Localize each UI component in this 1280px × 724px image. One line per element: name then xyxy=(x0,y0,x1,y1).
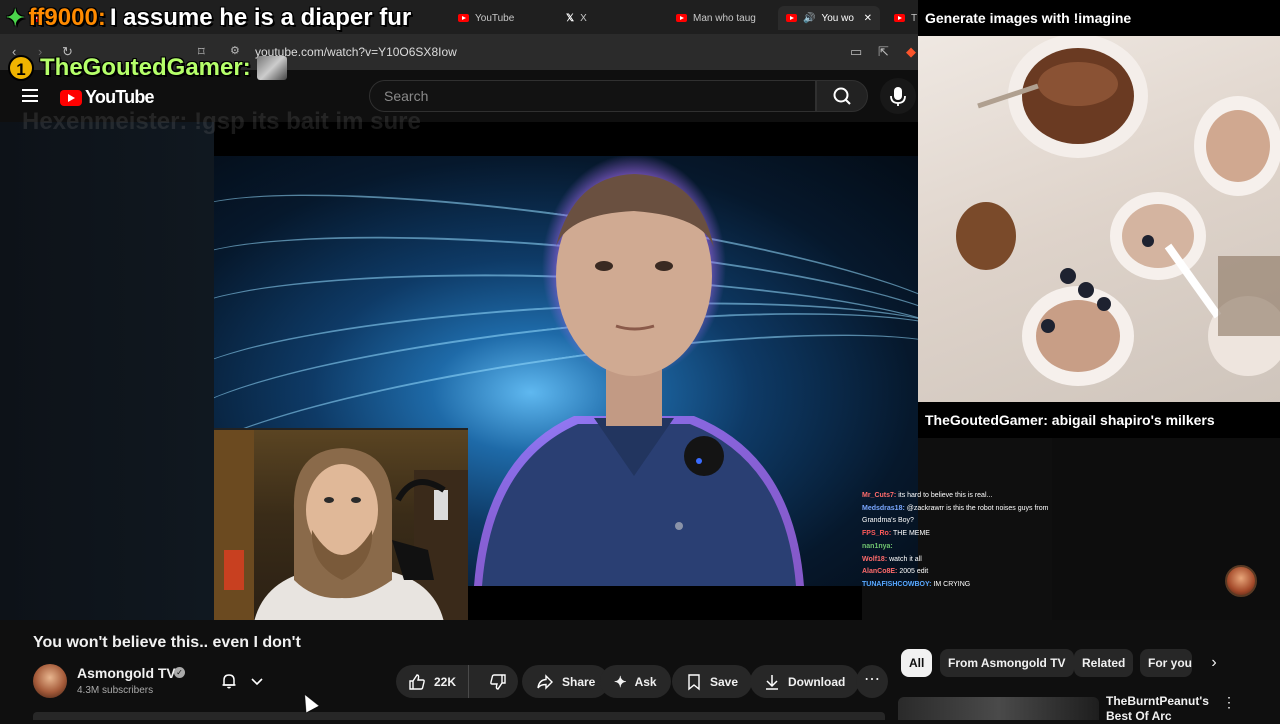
search-icon xyxy=(833,87,851,105)
channel-avatar[interactable] xyxy=(33,664,67,698)
chat-line: Medsdras18: @zackrawrr is this the robot… xyxy=(862,504,1049,525)
chip-for-you[interactable]: For you xyxy=(1140,649,1192,677)
chat-line: Wolf18: watch it all xyxy=(862,555,922,563)
share-button[interactable]: Share xyxy=(522,665,610,698)
brave-shield-icon[interactable]: ◆ xyxy=(906,44,916,60)
subscriber-count: 4.3M subscribers xyxy=(77,685,154,696)
youtube-favicon-icon xyxy=(894,14,905,22)
chip-related[interactable]: Related xyxy=(1074,649,1134,677)
video-person-image xyxy=(474,156,804,586)
download-icon xyxy=(766,674,778,690)
more-actions-button[interactable]: ⋯ xyxy=(856,665,888,698)
generated-food-image xyxy=(956,36,1280,386)
youtube-logo[interactable]: YouTube xyxy=(60,87,155,108)
thumbs-up-icon xyxy=(409,673,425,690)
like-button[interactable]: 22K xyxy=(396,665,470,698)
dislike-button[interactable] xyxy=(477,673,519,691)
share-icon xyxy=(537,673,553,690)
imagine-panel: Generate images with !imagine TheGoutedG… xyxy=(918,0,1280,438)
emote-icon xyxy=(256,56,287,80)
chevron-right-icon[interactable]: › xyxy=(1202,651,1226,675)
browser-tab-active[interactable]: 🔊 You wo ✕ xyxy=(778,6,880,30)
generated-image xyxy=(918,36,1280,402)
x-logo-icon: 𝕏 xyxy=(566,12,575,24)
ghost-chat-message: Hexenmeister: !gsp its bait im sure xyxy=(22,108,421,135)
description-box[interactable] xyxy=(33,712,885,720)
download-button[interactable]: Download xyxy=(750,665,860,698)
browser-tab-youtube[interactable]: YouTube xyxy=(458,6,514,30)
rank-badge: 1 xyxy=(8,55,34,81)
streamer-image xyxy=(214,430,468,620)
notifications-button[interactable] xyxy=(208,665,276,697)
like-count: 22K xyxy=(434,674,457,689)
recommendation-thumbnail[interactable] xyxy=(898,697,1099,720)
youtube-favicon-icon xyxy=(676,14,687,22)
youtube-logo-icon xyxy=(60,89,82,106)
chat-line: nan1nya: xyxy=(862,542,893,550)
cast-icon[interactable]: ▭ xyxy=(850,44,862,60)
speaker-icon: 🔊 xyxy=(803,12,816,24)
imagine-caption: TheGoutedGamer: abigail shapiro's milker… xyxy=(925,412,1215,428)
floating-avatar[interactable] xyxy=(1225,565,1257,597)
sparkle-icon: ✦ xyxy=(6,5,25,30)
streamer-webcam xyxy=(214,428,468,620)
imagine-panel-title: Generate images with !imagine xyxy=(925,10,1132,26)
browser-tab-x[interactable]: 𝕏X xyxy=(566,6,587,30)
more-vertical-icon[interactable]: ⋮ xyxy=(1222,694,1236,711)
video-title: You won't believe this.. even I don't xyxy=(33,634,301,651)
mouse-cursor-icon xyxy=(298,691,319,713)
chat-line: Mr_Cuts7: its hard to believe this is re… xyxy=(862,492,993,499)
menu-icon[interactable] xyxy=(22,89,38,102)
youtube-favicon-icon xyxy=(786,14,797,22)
microphone-icon xyxy=(890,87,906,106)
chat-line: AlanCo8E: 2005 edit xyxy=(862,568,929,576)
bell-icon xyxy=(222,674,236,689)
close-tab-icon[interactable]: ✕ xyxy=(864,13,872,24)
overlay-chat-user: ff9000: xyxy=(28,4,106,31)
chevron-down-icon xyxy=(251,678,263,686)
voice-search-button[interactable] xyxy=(880,78,916,114)
overlay-gamer-name: TheGoutedGamer: xyxy=(40,54,251,81)
stream-chat-overlay: Mr_Cuts7: its hard to believe this is re… xyxy=(862,490,1052,592)
chat-line: FPS_Ro: THE MEME xyxy=(862,530,930,538)
save-button[interactable]: Save xyxy=(672,665,753,698)
overlay-chat-top: ✦ ff9000: I assume he is a diaper fur xyxy=(6,4,411,32)
more-horizontal-icon: ⋯ xyxy=(864,671,880,688)
youtube-favicon-icon xyxy=(458,14,469,22)
share-page-icon[interactable]: ⇱ xyxy=(878,44,889,60)
bookmark-save-icon xyxy=(688,673,700,690)
overlay-chat-gamer: 1 TheGoutedGamer: xyxy=(8,54,287,82)
browser-tab-man-who[interactable]: Man who taug xyxy=(676,6,766,30)
chat-line: TUNAFISHCOWBOY: IM CRYING xyxy=(862,580,971,588)
search-input[interactable]: Search xyxy=(369,80,816,112)
chip-all[interactable]: All xyxy=(901,649,933,677)
like-dislike-group: 22K xyxy=(396,665,518,698)
thumbs-down-icon xyxy=(490,673,506,690)
chip-from-channel[interactable]: From Asmongold TV xyxy=(940,649,1074,677)
sparkle-ask-icon: ✦ xyxy=(614,673,627,691)
overlay-chat-message: I assume he is a diaper fur xyxy=(109,4,412,31)
ask-button[interactable]: ✦ Ask xyxy=(600,665,671,698)
search-button[interactable] xyxy=(816,80,868,112)
browser-tab-6[interactable]: T xyxy=(894,6,918,30)
verified-icon: ✓ xyxy=(174,667,185,678)
video-letterbox-bottom xyxy=(468,586,862,620)
channel-name[interactable]: Asmongold TV xyxy=(77,665,176,681)
player-left-margin xyxy=(0,122,214,620)
